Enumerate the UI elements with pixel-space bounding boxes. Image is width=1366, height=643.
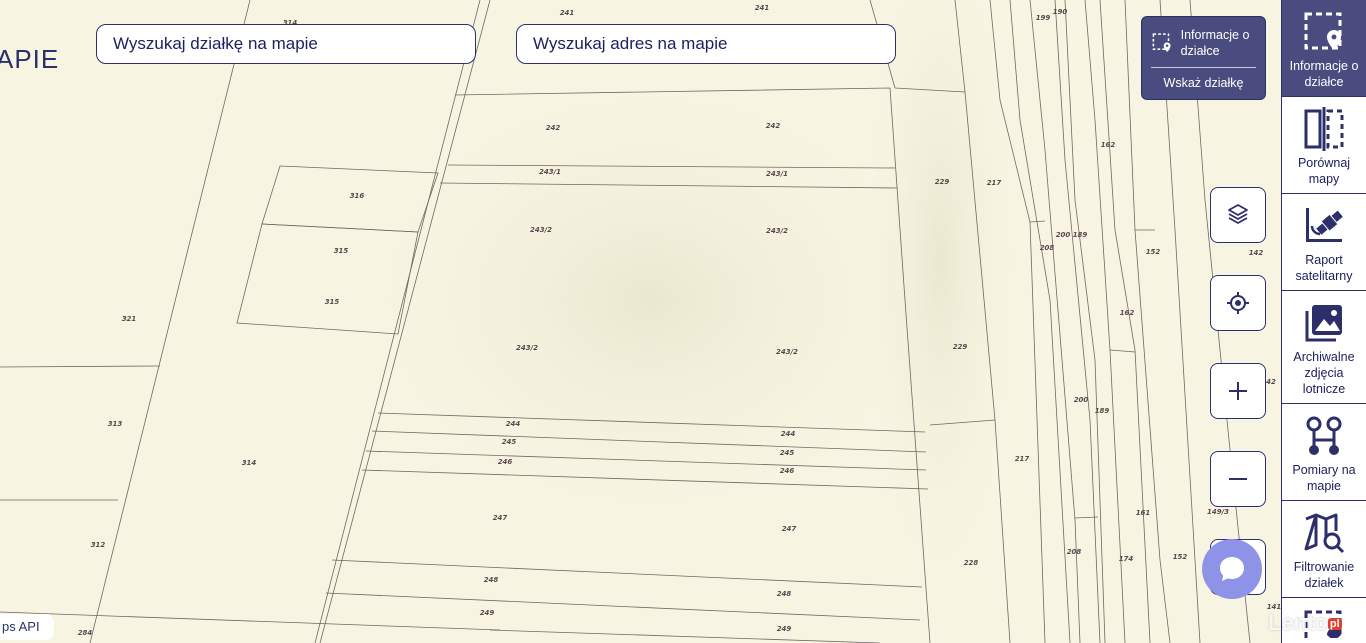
plot-label: 284: [78, 629, 93, 637]
watermark-text: Lento: [1268, 610, 1328, 635]
plot-label: 189: [1073, 231, 1088, 239]
plot-label: 247: [782, 525, 797, 533]
plot-label: 174: [1119, 555, 1134, 563]
plot-label: 243/2: [766, 227, 788, 235]
layers-icon: [1228, 204, 1248, 224]
zoom-in-button[interactable]: [1210, 363, 1266, 419]
plot-label: 316: [350, 192, 365, 200]
sidebar-item-filter-parcels[interactable]: Filtrowanie działek: [1282, 501, 1366, 598]
plot-label: 315: [325, 298, 340, 306]
plot-label: 246: [780, 467, 795, 475]
sidebar-item-compare-maps[interactable]: Porównaj mapy: [1282, 97, 1366, 194]
sidebar-item-label: Filtrowanie działek: [1293, 560, 1355, 590]
zoom-out-button[interactable]: [1210, 451, 1266, 507]
terrain-shade: [390, 100, 910, 500]
plot-label: 217: [987, 179, 1002, 187]
terrain-shade: [870, 0, 1010, 560]
sidebar-item-parcel-info[interactable]: Informacje o działce: [1282, 0, 1366, 97]
map-search-icon: [1304, 513, 1345, 554]
plot-label: 248: [484, 576, 499, 584]
app-logo[interactable]: APIE: [0, 44, 59, 75]
plot-label: 162: [1101, 141, 1116, 149]
plot-label: 190: [1053, 8, 1068, 16]
minus-icon: [1229, 478, 1247, 480]
parcel-info-icon: [1152, 33, 1171, 52]
parcel-info-title: Informacje o działce: [1180, 28, 1250, 58]
locate-button[interactable]: [1210, 275, 1266, 331]
sidebar-item-label: Informacje o działce: [1289, 59, 1359, 89]
plot-label: 142: [1249, 249, 1264, 257]
sidebar-item-label: Porównaj mapy: [1297, 156, 1351, 186]
plot-label: 248: [777, 590, 792, 598]
plot-label: 312: [91, 541, 106, 549]
sidebar: Informacje o działce Porównaj mapy Rapor…: [1281, 0, 1366, 643]
watermark-suffix: pl: [1327, 618, 1342, 631]
sidebar-item-label: Raport satelitarny: [1295, 253, 1353, 283]
sidebar-item-label: Archiwalne zdjęcia lotnicze: [1293, 350, 1355, 396]
plot-label: 313: [108, 420, 123, 428]
sidebar-item-measurements[interactable]: Pomiary na mapie: [1282, 404, 1366, 501]
plot-label: 189: [1095, 407, 1110, 415]
plot-label: 161: [1136, 509, 1151, 517]
plot-label: 152: [1173, 553, 1188, 561]
plot-label: 241: [755, 4, 770, 12]
plot-label: 152: [1146, 248, 1161, 256]
plot-label: 249: [480, 609, 495, 617]
plot-label: 200: [1074, 396, 1089, 404]
compare-maps-icon: [1304, 107, 1344, 151]
plot-label: 228: [964, 559, 979, 567]
plot-label: 246: [498, 458, 513, 466]
plot-label: 243/2: [776, 348, 798, 356]
maps-api-attribution[interactable]: ps API: [0, 614, 54, 640]
plot-label: 42: [1266, 378, 1276, 386]
plot-label: 242: [766, 122, 781, 130]
pick-parcel-button[interactable]: Wskaż działkę: [1142, 68, 1265, 90]
plot-label: 243/2: [530, 226, 552, 234]
plot-label: 249: [777, 625, 792, 633]
plus-icon: [1229, 382, 1247, 400]
image-icon: [1305, 305, 1342, 342]
route-icon: [1306, 416, 1342, 455]
parcel-info-panel[interactable]: Informacje o działce Wskaż działkę: [1141, 16, 1266, 100]
plot-label: 321: [122, 315, 137, 323]
sidebar-item-satellite-report[interactable]: Raport satelitarny: [1282, 194, 1366, 291]
plot-label: 149/3: [1207, 508, 1229, 516]
chat-button[interactable]: [1202, 539, 1262, 599]
map-canvas[interactable]: 314 241 241 199 190 242 242 162 243/1 243/1 229 217…: [0, 0, 1281, 643]
plot-label: 229: [935, 178, 950, 186]
plot-label: 243/1: [766, 170, 788, 178]
plot-label: 244: [781, 430, 796, 438]
sidebar-item-label: Pomiary na mapie: [1292, 463, 1356, 493]
plot-label: 208: [1067, 548, 1082, 556]
plot-label: 243/2: [516, 344, 538, 352]
parcel-search-input[interactable]: Wyszukaj działkę na mapie: [96, 24, 476, 64]
parcel-map: 314 241 241 199190 242 242 162 243/1 243/1 229 217…: [0, 0, 1281, 643]
plot-label: 245: [502, 438, 517, 446]
parcel-info-icon: [1304, 12, 1342, 50]
plot-label: 314: [242, 459, 257, 467]
address-search-input[interactable]: Wyszukaj adres na mapie: [516, 24, 896, 64]
plot-label: 315: [334, 247, 349, 255]
chat-icon: [1220, 557, 1244, 581]
layers-button[interactable]: [1210, 187, 1266, 243]
plot-label: 243/1: [539, 168, 561, 176]
plot-label: 217: [1015, 455, 1030, 463]
plot-label: 242: [546, 124, 561, 132]
plot-label: 200: [1056, 231, 1071, 239]
satellite-icon: [1306, 208, 1343, 242]
plot-label: 199: [1036, 14, 1051, 22]
plot-label: 245: [780, 449, 795, 457]
plot-label: 241: [560, 9, 575, 17]
crosshair-icon: [1227, 292, 1249, 314]
plot-label: 162: [1120, 309, 1135, 317]
plot-label: 208: [1040, 244, 1055, 252]
plot-label: 247: [493, 514, 508, 522]
plot-label: 244: [506, 420, 521, 428]
sidebar-item-aerial-photos[interactable]: Archiwalne zdjęcia lotnicze: [1282, 291, 1366, 404]
watermark: Lento pl: [1268, 610, 1342, 636]
plot-label: 229: [953, 343, 968, 351]
